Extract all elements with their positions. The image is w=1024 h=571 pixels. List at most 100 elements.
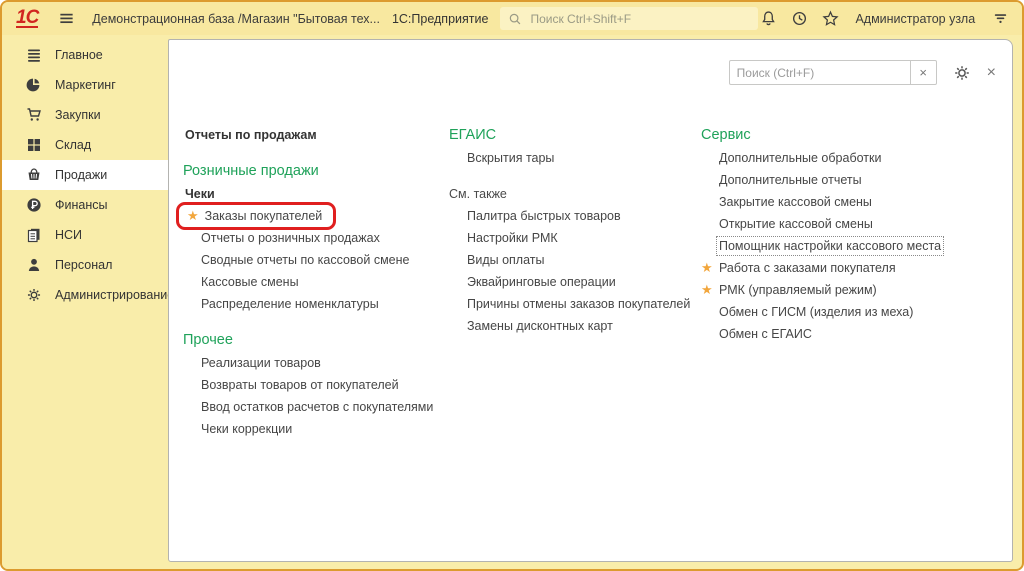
section-menu-panel: × × Отчеты по продажам Розничные продажи Ч… (168, 39, 1013, 562)
sidebar: Главное Маркетинг ЗакупкиСклад Продажи Финан… (2, 35, 168, 569)
menu-item-text: Открытие кассовой смены (719, 217, 873, 231)
menu-link[interactable]: Распределение номенклатуры (183, 293, 445, 315)
menu-item-text: Распределение номенклатуры (201, 297, 379, 311)
menu-link[interactable]: Дополнительные отчеты (701, 169, 1021, 191)
menu-item-text: Виды оплаты (467, 253, 544, 267)
app-name: 1С:Предприятие (392, 12, 489, 26)
global-search-input[interactable] (528, 11, 750, 27)
menu-link[interactable]: Чеки коррекции (183, 418, 445, 440)
menu-link-focused[interactable]: Помощник настройки кассового места (701, 235, 1021, 257)
menu-link[interactable]: Виды оплаты (449, 249, 699, 271)
menu-item-text: Причины отмены заказов покупателей (467, 297, 690, 311)
basket-icon (26, 167, 42, 183)
user-name[interactable]: Администратор узла (855, 12, 975, 26)
menu-link[interactable]: Ввод остатков расчетов с покупателями (183, 396, 445, 418)
sidebar-item-personal[interactable]: Персонал (2, 250, 168, 280)
menu-item-text: Закрытие кассовой смены (719, 195, 872, 209)
sidebar-item-label: Главное (55, 48, 103, 62)
menu-item-text: Эквайринговые операции (467, 275, 616, 289)
menu-item-text: Реализации товаров (201, 356, 321, 370)
ruble-icon (26, 197, 42, 213)
menu-item-text: Замены дисконтных карт (467, 319, 613, 333)
clear-search-icon[interactable]: × (911, 60, 937, 85)
menu-search-input[interactable] (729, 60, 911, 85)
menu-item-text: Палитра быстрых товаров (467, 209, 621, 223)
1c-logo: 1С (16, 9, 38, 28)
menu-item-text: Возвраты товаров от покупателей (201, 378, 399, 392)
menu-link[interactable]: ★РМК (управляемый режим) (701, 279, 1021, 301)
sidebar-item-marketing[interactable]: Маркетинг (2, 70, 168, 100)
menu-link[interactable]: Возвраты товаров от покупателей (183, 374, 445, 396)
menu-item-text: Прочее (183, 332, 233, 348)
menu-item-text: Помощник настройки кассового места (719, 239, 941, 253)
menu-link[interactable]: Реализации товаров (183, 352, 445, 374)
sidebar-item-label: НСИ (55, 228, 82, 242)
menu-item-text: Сервис (701, 127, 751, 143)
menu-link[interactable]: Отчеты о розничных продажах (183, 227, 445, 249)
menu-link[interactable]: Причины отмены заказов покупателей (449, 293, 699, 315)
search-icon (508, 12, 522, 26)
menu-item-text: Обмен с ГИСМ (изделия из меха) (719, 305, 913, 319)
menu-item-text: Заказы покупателей (205, 209, 323, 223)
gear-icon (26, 287, 42, 303)
menu-item-text: Настройки РМК (467, 231, 558, 245)
menu-link[interactable]: Палитра быстрых товаров (449, 205, 699, 227)
sidebar-item-zakupki[interactable]: Закупки (2, 100, 168, 130)
settings-gear-icon[interactable] (953, 64, 971, 82)
favorite-star-icon: ★ (701, 283, 713, 297)
window-title: Демонстрационная база /Магазин "Бытовая … (92, 12, 380, 26)
menu-link[interactable]: Вскрытия тары (449, 147, 699, 169)
menu-column-1: Отчеты по продажамРозничные продажиЧеки★… (183, 124, 445, 440)
menu-item-text: Кассовые смены (201, 275, 299, 289)
favorites-star-icon[interactable] (820, 9, 840, 29)
menu-header: Розничные продажи (183, 160, 445, 183)
menu-link[interactable]: Сводные отчеты по кассовой смене (183, 249, 445, 271)
sidebar-item-administrirovanie[interactable]: Администрирование (2, 280, 168, 310)
menu-link[interactable]: Кассовые смены (183, 271, 445, 293)
menu-item-text: Работа с заказами покупателя (719, 261, 896, 275)
menu-item-text: Отчеты по продажам (185, 128, 317, 142)
menu-search: × (729, 60, 937, 85)
menu-link[interactable]: Настройки РМК (449, 227, 699, 249)
sidebar-item-sklad[interactable]: Склад (2, 130, 168, 160)
sidebar-item-nsi[interactable]: НСИ (2, 220, 168, 250)
menu-item-text: ЕГАИС (449, 127, 496, 143)
menu-link[interactable]: ★ Работа с заказами покупателя (701, 257, 1021, 279)
history-icon[interactable] (789, 9, 809, 29)
grid-icon (26, 137, 42, 153)
cart-icon (26, 107, 42, 123)
favorite-star-icon: ★ (701, 261, 713, 275)
menu-header: Сервис (701, 124, 1021, 147)
menu-link[interactable]: Открытие кассовой смены (701, 213, 1021, 235)
menu-item-text: Чеки коррекции (201, 422, 292, 436)
menu-link-highlighted[interactable]: ★Заказы покупателей (183, 205, 445, 227)
app-window: 1С Демонстрационная база /Магазин "Бытов… (0, 0, 1024, 571)
menu-link[interactable]: Замены дисконтных карт (449, 315, 699, 337)
menu-header: Прочее (183, 329, 445, 352)
main-menu-icon[interactable] (56, 9, 76, 29)
sidebar-item-finansy[interactable]: Финансы (2, 190, 168, 220)
titlebar: 1С Демонстрационная база /Магазин "Бытов… (2, 2, 1022, 35)
menu-label: См. также (449, 183, 699, 205)
sidebar-item-label: Продажи (55, 168, 107, 182)
menu-link[interactable]: Закрытие кассовой смены (701, 191, 1021, 213)
menu-link[interactable]: Обмен с ЕГАИС (701, 323, 1021, 345)
sidebar-item-label: Маркетинг (55, 78, 116, 92)
pie-chart-icon (26, 77, 42, 93)
global-search[interactable] (500, 7, 758, 30)
menu-link[interactable]: Обмен с ГИСМ (изделия из меха) (701, 301, 1021, 323)
book-icon (26, 227, 42, 243)
sidebar-item-glavnoe[interactable]: Главное (2, 40, 168, 70)
connection-status-icon[interactable] (990, 9, 1010, 29)
panel-close-icon[interactable]: × (987, 65, 996, 81)
menu-column-3: Сервис Дополнительные обработкиДополнител… (701, 124, 1021, 345)
menu-column-2: ЕГАИС Вскрытия тары См. также Палитра быстр… (449, 124, 699, 337)
menu-link[interactable]: Дополнительные обработки (701, 147, 1021, 169)
menu-header: ЕГАИС (449, 124, 699, 147)
sidebar-item-label: Финансы (55, 198, 107, 212)
highlight-red-box: ★Заказы покупателей (176, 202, 336, 230)
menu-link[interactable]: Эквайринговые операции (449, 271, 699, 293)
sidebar-item-label: Персонал (55, 258, 112, 272)
notifications-bell-icon[interactable] (758, 9, 778, 29)
sidebar-item-prodazhi[interactable]: Продажи (2, 160, 168, 190)
